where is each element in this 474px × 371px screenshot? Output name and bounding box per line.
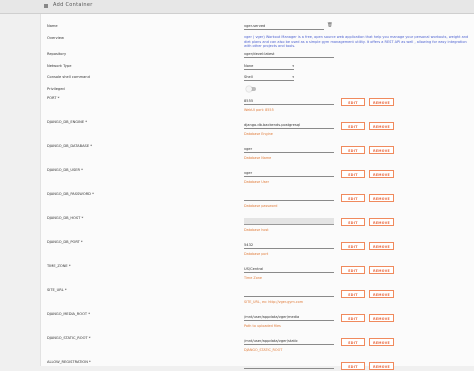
variable-label: ALLOW_REGISTRATION * [47,360,91,364]
edit-button[interactable]: EDIT [341,194,365,202]
edit-button[interactable]: EDIT [341,242,365,250]
network-type-label: Network Type [47,64,72,68]
toggle-knob [246,86,252,92]
page-title: Add Container [53,2,93,8]
variable-label: SITE_URL * [47,288,67,292]
variable-label: DJANGO_MEDIA_ROOT * [47,312,91,316]
edit-button[interactable]: EDIT [341,338,365,346]
repository-input[interactable]: vger/devel:latest [244,51,334,58]
remove-button[interactable]: REMOVE [369,218,394,226]
trash-icon[interactable]: 🗑 [327,23,333,28]
privileged-toggle[interactable] [246,86,256,92]
edit-button[interactable]: EDIT [341,314,365,322]
variable-input[interactable]: 5432 [244,242,334,249]
variable-help: Path to uploaded files [244,324,281,328]
variable-input[interactable] [244,194,334,201]
privileged-label: Privileged [47,87,65,91]
variable-label: PORT * [47,96,60,100]
console-shell-value: Shell [244,75,253,79]
variable-input[interactable]: vger [244,146,334,153]
remove-button[interactable]: REMOVE [369,314,394,322]
console-shell-label: Console shell command [47,75,90,79]
variable-help: Database User [244,180,269,184]
edit-button[interactable]: EDIT [341,218,365,226]
remove-button[interactable]: REMOVE [369,146,394,154]
edit-button[interactable]: EDIT [341,362,365,370]
variable-input[interactable] [244,290,334,297]
variable-help: Database port [244,252,269,256]
console-shell-select[interactable]: Shell ▾ [244,74,294,81]
variable-label: DJANGO_STATIC_ROOT * [47,336,91,340]
variable-label: DJANGO_DB_PORT * [47,240,83,244]
network-type-value: None [244,64,254,68]
variable-input[interactable]: 8555 [244,98,334,105]
variable-label: DJANGO_DB_PASSWORD * [47,192,94,196]
variable-input[interactable] [244,218,334,225]
variable-label: DJANGO_DB_ENGINE * [47,120,88,124]
chevron-down-icon: ▾ [292,64,294,68]
remove-button[interactable]: REMOVE [369,362,394,370]
edit-button[interactable]: EDIT [341,170,365,178]
top-bar: Add Container [0,0,474,14]
remove-button[interactable]: REMOVE [369,266,394,274]
variable-label: TIME_ZONE * [47,264,71,268]
variable-help: SITE_URL, ex: http://vger-gym.com [244,300,304,304]
name-input[interactable]: vger-served [244,23,324,30]
edit-button[interactable]: EDIT [341,122,365,130]
remove-button[interactable]: REMOVE [369,338,394,346]
edit-button[interactable]: EDIT [341,290,365,298]
variable-label: DJANGO_DB_DATABASE * [47,144,93,148]
variable-help: WebUI port: 8555 [244,108,274,112]
variable-help: Database Name [244,156,272,160]
edit-button[interactable]: EDIT [341,146,365,154]
chevron-down-icon: ▾ [292,75,294,79]
variable-help: Database password [244,204,278,208]
remove-button[interactable]: REMOVE [369,122,394,130]
variable-help: DJANGO_STATIC_ROOT [244,348,283,352]
variable-help: Database host [244,228,269,232]
edit-button[interactable]: EDIT [341,266,365,274]
variable-help: Time Zone [244,276,263,280]
remove-button[interactable]: REMOVE [369,170,394,178]
variable-label: DJANGO_DB_HOST * [47,216,84,220]
network-type-select[interactable]: None ▾ [244,63,294,70]
variable-input[interactable]: vger [244,170,334,177]
remove-button[interactable]: REMOVE [369,242,394,250]
variable-input[interactable]: django.db.backends.postgresql [244,122,334,129]
remove-button[interactable]: REMOVE [369,98,394,106]
repository-label: Repository [47,52,67,56]
variable-label: DJANGO_DB_USER * [47,168,83,172]
name-label: Name [47,24,58,28]
section-icon [44,4,48,8]
variable-input[interactable]: /mnt/user/appdata/vger/static [244,338,334,345]
remove-button[interactable]: REMOVE [369,290,394,298]
variable-help: Database Engine [244,132,273,136]
remove-button[interactable]: REMOVE [369,194,394,202]
variable-input[interactable]: /mnt/user/appdata/vger/media [244,314,334,321]
edit-button[interactable]: EDIT [341,98,365,106]
variable-input[interactable]: US/Central [244,266,334,273]
overview-text: vger ( vger) Workout Manager is a free, … [244,35,469,49]
overview-label: Overview [47,36,64,40]
